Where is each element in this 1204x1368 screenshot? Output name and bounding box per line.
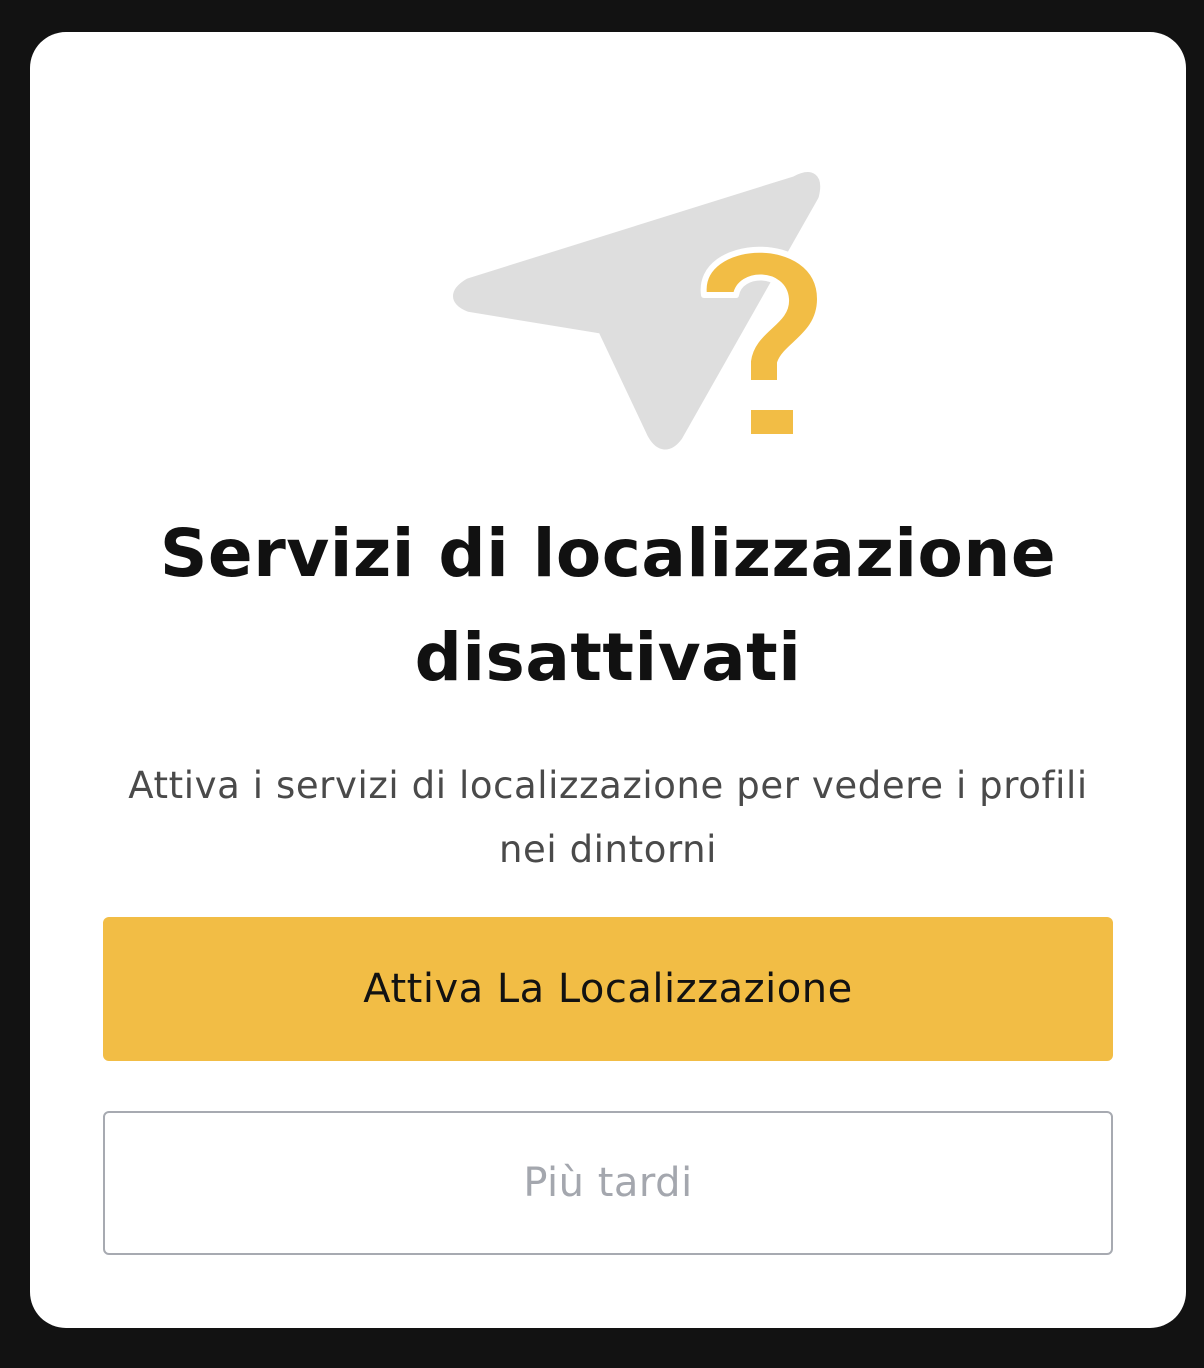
location-services-dialog: Servizi di localizzazione disattivati At… (30, 32, 1186, 1328)
dialog-subtitle: Attiva i servizi di localizzazione per v… (128, 764, 1088, 871)
location-arrow-question-icon (440, 167, 860, 457)
location-arrow-shape (453, 172, 821, 450)
later-button[interactable]: Più tardi (103, 1111, 1113, 1255)
later-button-label: Più tardi (523, 1160, 693, 1206)
dialog-title: Servizi di localizzazione disattivati (159, 515, 1057, 696)
enable-location-button[interactable]: Attiva La Localizzazione (103, 917, 1113, 1061)
enable-location-button-label: Attiva La Localizzazione (363, 966, 853, 1012)
